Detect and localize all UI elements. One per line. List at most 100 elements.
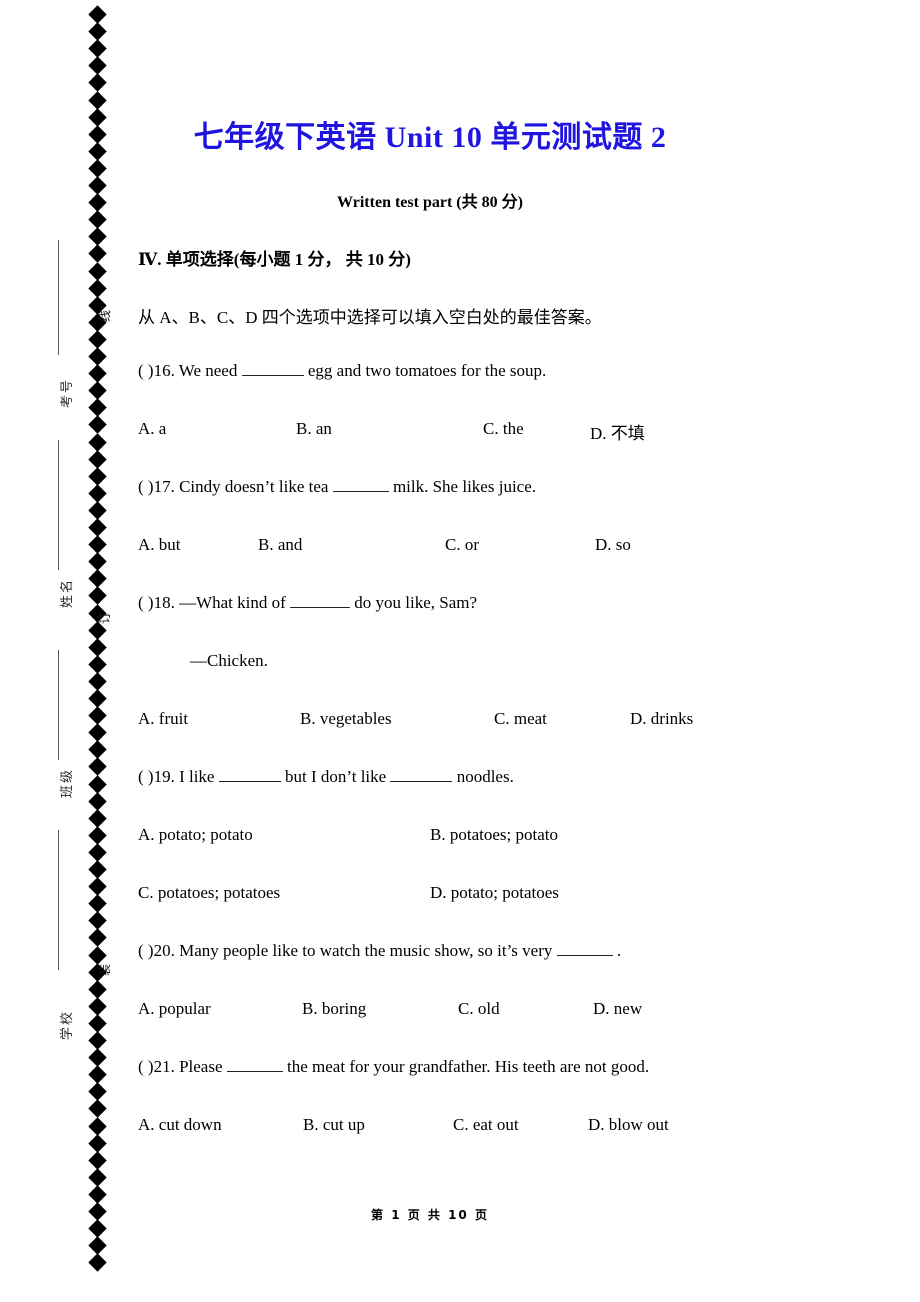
diamond-marker [88, 159, 107, 178]
diamond-marker [88, 791, 107, 811]
question-text-after: noodles. [456, 767, 514, 786]
option-16-a[interactable]: A. a [138, 419, 166, 439]
option-key: C. [453, 1115, 469, 1134]
question-text-before: Please [179, 1057, 223, 1076]
margin-label-xingming: 姓名 [60, 577, 75, 608]
section-instruction: 从 A、B、C、D 四个选项中选择可以填入空白处的最佳答案。 [138, 308, 602, 327]
diamond-marker [88, 1116, 107, 1136]
question-marker: ( )18. [138, 593, 175, 612]
margin-rule-1 [58, 240, 59, 355]
question-18-continuation: —Chicken. [190, 651, 268, 670]
diamond-marker [88, 826, 107, 845]
diamond-marker [88, 364, 107, 383]
diamond-marker [88, 1236, 107, 1255]
option-key: A. [138, 999, 155, 1018]
diamond-marker [88, 73, 107, 93]
diamond-marker [88, 193, 107, 212]
option-16-b[interactable]: B. an [296, 419, 332, 439]
diamond-marker [88, 466, 107, 486]
answer-blank[interactable] [332, 491, 389, 492]
option-label: fruit [158, 709, 189, 728]
margin-label-zhuang: 装 [98, 963, 112, 976]
option-19-a[interactable]: A. potato; potato [138, 825, 253, 845]
option-key: D. [593, 999, 610, 1018]
answer-blank[interactable] [226, 1071, 283, 1072]
answer-blank-2[interactable] [390, 781, 453, 782]
diamond-marker [88, 501, 107, 520]
option-20-a[interactable]: A. popular [138, 999, 211, 1019]
option-key: B. [303, 1115, 319, 1134]
option-17-a[interactable]: A. but [138, 535, 181, 555]
exam-paper-page: 线 考号 订 姓名 班级 装 学校 七年级下英语 Unit 10 单元测试题 2… [0, 0, 920, 1302]
option-label: boring [321, 999, 367, 1018]
page-title: 七年级下英语 Unit 10 单元测试题 2 [193, 121, 667, 154]
option-key: A. [138, 709, 155, 728]
option-label: blow out [608, 1115, 669, 1134]
options-21: A. cut down B. cut up C. eat out D. blow… [138, 1115, 738, 1139]
decorative-diamond-column [88, 5, 113, 1272]
option-21-b[interactable]: B. cut up [303, 1115, 365, 1135]
option-key: C. [138, 883, 154, 902]
answer-blank[interactable] [290, 607, 351, 608]
option-key: C. [445, 535, 461, 554]
option-21-a[interactable]: A. cut down [138, 1115, 222, 1135]
question-marker: ( )16. [138, 361, 175, 380]
option-18-d[interactable]: D. drinks [630, 709, 693, 729]
option-key: D. [588, 1115, 605, 1134]
diamond-marker [88, 518, 107, 537]
diamond-marker [88, 637, 107, 657]
margin-label-kaohao: 考号 [60, 377, 75, 408]
document-body: 七年级下英语 Unit 10 单元测试题 2 Written test part… [130, 0, 920, 1302]
diamond-marker [88, 107, 107, 127]
question-text-before: Cindy doesn’t like tea [179, 477, 329, 496]
answer-blank[interactable] [556, 955, 613, 956]
diamond-marker [88, 278, 107, 298]
option-label: or [464, 535, 480, 554]
option-21-d[interactable]: D. blow out [588, 1115, 669, 1135]
option-16-c[interactable]: C. the [483, 419, 524, 439]
option-19-c[interactable]: C. potatoes; potatoes [138, 883, 280, 903]
option-20-c[interactable]: C. old [458, 999, 500, 1019]
options-17: A. but B. and C. or D. so [138, 535, 738, 559]
option-19-d[interactable]: D. potato; potatoes [430, 883, 559, 903]
option-19-b[interactable]: B. potatoes; potato [430, 825, 558, 845]
option-18-a[interactable]: A. fruit [138, 709, 188, 729]
options-18: A. fruit B. vegetables C. meat D. drinks [138, 709, 738, 733]
option-label: so [615, 535, 631, 554]
option-21-c[interactable]: C. eat out [453, 1115, 519, 1135]
answer-blank[interactable] [241, 375, 304, 376]
option-key: B. [430, 825, 446, 844]
diamond-marker [88, 535, 107, 554]
option-17-d[interactable]: D. so [595, 535, 631, 555]
option-17-c[interactable]: C. or [445, 535, 479, 555]
option-20-b[interactable]: B. boring [302, 999, 366, 1019]
option-key: D. [590, 424, 607, 443]
diamond-marker [88, 484, 107, 503]
diamond-marker [88, 1185, 107, 1204]
options-20: A. popular B. boring C. old D. new [138, 999, 738, 1023]
margin-label-xian: 线 [98, 309, 112, 322]
option-18-c[interactable]: C. meat [494, 709, 547, 729]
question-16: ( )16. We need egg and two tomatoes for … [138, 361, 546, 381]
question-text-before: Many people like to watch the music show… [179, 941, 553, 960]
diamond-marker [88, 261, 107, 281]
option-label: a [158, 419, 167, 438]
question-text-before: —What kind of [179, 593, 286, 612]
option-key: C. [483, 419, 499, 438]
diamond-marker [88, 210, 107, 229]
diamond-marker [88, 381, 107, 400]
diamond-marker [88, 432, 107, 452]
diamond-marker [88, 740, 107, 759]
diamond-marker [88, 90, 107, 110]
diamond-marker [88, 449, 107, 469]
option-20-d[interactable]: D. new [593, 999, 642, 1019]
option-17-b[interactable]: B. and [258, 535, 302, 555]
option-label: potato; potato [158, 825, 253, 844]
question-text-after: the meat for your grandfather. His teeth… [287, 1057, 650, 1076]
option-18-b[interactable]: B. vegetables [300, 709, 392, 729]
option-16-d[interactable]: D. 不填 [590, 419, 645, 444]
answer-blank[interactable] [218, 781, 281, 782]
option-key: C. [458, 999, 474, 1018]
question-text-before: I like [179, 767, 215, 786]
diamond-marker [88, 877, 107, 896]
